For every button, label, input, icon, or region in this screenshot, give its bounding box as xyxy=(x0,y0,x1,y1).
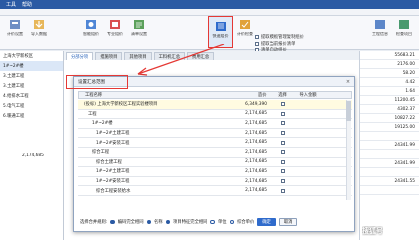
menu-bar xyxy=(0,9,419,16)
radio-code[interactable] xyxy=(110,219,115,225)
col-import: 导入金额 xyxy=(299,93,317,98)
table-row[interactable]: 工程 2,174,685 xyxy=(78,110,352,120)
table-row[interactable]: 1#~2#土建工程 2,174,685 xyxy=(78,167,352,177)
table-row[interactable]: 综合工程 2,174,685 xyxy=(78,148,352,158)
highlight-box xyxy=(66,75,128,89)
import-data-button[interactable]: 导入数据 xyxy=(28,18,50,46)
menu-tools[interactable]: 工具 xyxy=(6,1,16,8)
scrollbar-thumb[interactable] xyxy=(346,101,351,121)
check-project-button[interactable]: 检查项目 xyxy=(393,18,415,46)
tree-item[interactable]: 6.暖通工程 xyxy=(0,111,63,121)
import-icon xyxy=(33,18,46,30)
col-value: 造价 xyxy=(258,93,267,98)
pricing-check-icon xyxy=(239,18,252,30)
professional-pricing-button[interactable]: 专业组价 xyxy=(104,18,126,46)
tab-items[interactable]: 分部分项 xyxy=(66,52,94,60)
col-select: 选择 xyxy=(278,93,287,98)
settings-icon xyxy=(9,18,22,30)
table-row[interactable]: 1#~2#安装工程 2,174,685 xyxy=(78,177,352,187)
col-name: 工程名称 xyxy=(85,93,103,98)
value-cell xyxy=(360,186,419,195)
radio-unit[interactable] xyxy=(210,219,215,225)
table-row[interactable]: 1#~2#楼 2,174,685 xyxy=(78,119,352,129)
checkbox[interactable] xyxy=(281,150,285,155)
close-icon[interactable]: × xyxy=(345,79,351,85)
value-cell: 11200.45 xyxy=(360,96,419,105)
table-row[interactable]: 综合工程安装给水 2,174,685 xyxy=(78,186,352,196)
tree-value: 2,174,685 xyxy=(22,153,44,158)
professional-pricing-icon xyxy=(109,18,122,30)
checkbox[interactable] xyxy=(281,121,285,126)
table-header: 工程名称 造价 选择 导入金额 xyxy=(78,91,352,99)
checkbox[interactable] xyxy=(281,179,285,184)
table-row[interactable]: (投标) 上海大学新校区工程实验楼项目 6,349,390 xyxy=(78,100,352,110)
check-project-icon xyxy=(398,18,411,30)
tree-item[interactable]: 3.土建工程 xyxy=(0,81,63,91)
value-cell: 24341.55 xyxy=(360,177,419,186)
radio-name[interactable] xyxy=(146,219,152,225)
value-cell xyxy=(360,132,419,141)
summary-range-dialog: 设置汇总范围 × 工程名称 造价 选择 导入金额 (投标) 上海大学新校区工程实… xyxy=(66,75,355,232)
value-cell: 58.20 xyxy=(360,69,419,78)
checkbox[interactable] xyxy=(255,41,259,46)
value-cell: 55683.21 xyxy=(360,51,419,60)
project-tree-panel: 上海大学新校区 1#~2#楼 3.土建工程 3.土建工程 4.给排水工程 5.电… xyxy=(0,51,64,240)
checkbox[interactable] xyxy=(281,159,285,164)
table-row[interactable]: 1#~2#安装工程 2,174,685 xyxy=(78,138,352,148)
list-settings-icon xyxy=(133,18,146,30)
pricing-check-button[interactable]: 计价检查 xyxy=(234,18,256,46)
tree-item[interactable]: 3.土建工程 xyxy=(0,71,63,81)
checkbox[interactable] xyxy=(255,35,259,40)
value-cell xyxy=(360,150,419,159)
project-info-button[interactable]: 工程信息 xyxy=(369,18,391,46)
tree-item[interactable]: 上海大学新校区 xyxy=(0,51,63,61)
value-cell: 2176.00 xyxy=(360,60,419,69)
value-cell: 19125.00 xyxy=(360,123,419,132)
value-cell: 1.64 xyxy=(360,87,419,96)
watermark: 搜狐号 xyxy=(362,227,383,235)
menu-help[interactable]: 帮助 xyxy=(22,1,32,8)
checkbox[interactable] xyxy=(281,102,285,107)
confirm-button[interactable]: 确定 xyxy=(257,218,276,226)
title-bar: 工具 帮助 xyxy=(0,0,419,9)
list-settings-button[interactable]: 清单设置 xyxy=(128,18,150,46)
right-values-column: 55683.21 2176.00 58.20 4.42 1.64 11200.4… xyxy=(359,51,419,240)
checkbox[interactable] xyxy=(281,111,285,116)
radio-feature[interactable] xyxy=(165,219,171,225)
value-cell: 4302.37 xyxy=(360,105,419,114)
smart-pricing-button[interactable]: 智能组价 xyxy=(80,18,102,46)
value-cell: 10827.22 xyxy=(360,114,419,123)
tab-measures[interactable]: 措施项目 xyxy=(95,52,123,60)
checkbox[interactable] xyxy=(281,169,285,174)
checkbox[interactable] xyxy=(281,140,285,145)
value-cell xyxy=(360,168,419,177)
value-cell: 24341.99 xyxy=(360,141,419,150)
value-cell: 4.42 xyxy=(360,78,419,87)
cancel-button[interactable]: 取消 xyxy=(278,218,298,226)
radio-unit-price[interactable] xyxy=(229,219,235,225)
checkbox[interactable] xyxy=(281,188,285,193)
project-info-icon xyxy=(374,18,387,30)
tree-item[interactable]: 5.电气工程 xyxy=(0,101,63,111)
tree-item[interactable]: 4.给排水工程 xyxy=(0,91,63,101)
smart-pricing-icon xyxy=(85,18,98,30)
checkbox[interactable] xyxy=(281,131,285,136)
merge-rule-footer: 选择合并规则: 编码完全相同 名称 项目特征完全相同 单位 综合单价 确定 取消 xyxy=(80,217,352,227)
table-row[interactable]: 综合土建工程 2,174,685 xyxy=(78,158,352,168)
tree-item[interactable]: 1#~2#楼 xyxy=(0,61,63,71)
merge-rule-label: 选择合并规则: xyxy=(80,220,108,225)
value-cell: 24341.99 xyxy=(360,159,419,168)
pricing-settings-button[interactable]: 计价设置 xyxy=(4,18,26,46)
quick-pricing-icon xyxy=(214,20,227,32)
table-row[interactable]: 1#~2#土建工程 2,174,685 xyxy=(78,129,352,139)
